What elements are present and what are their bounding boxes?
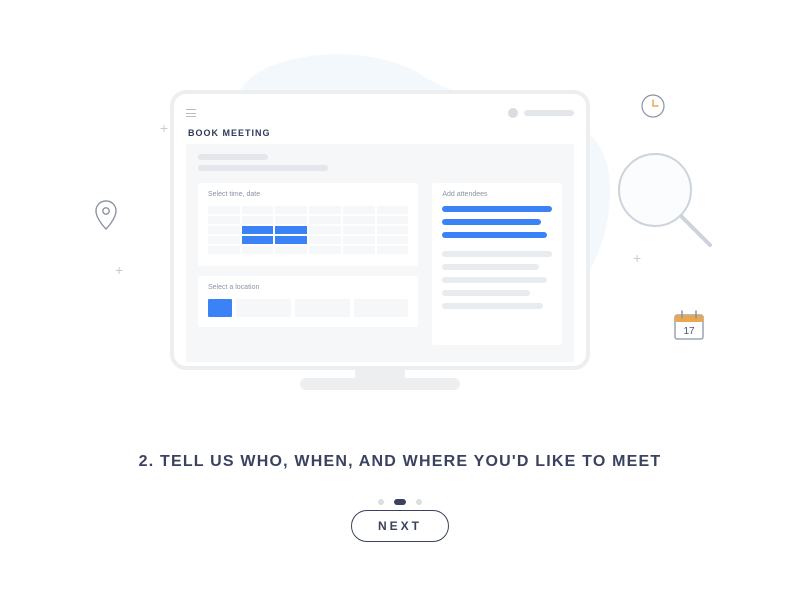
calendar-date-text: 17 — [683, 326, 695, 337]
hamburger-icon — [186, 109, 196, 117]
placeholder-bar — [198, 154, 268, 160]
panel-location: Select a location — [198, 276, 418, 327]
magnifier-icon — [610, 145, 720, 255]
step-pager — [0, 492, 800, 510]
pager-dot[interactable] — [378, 499, 384, 505]
attendee-row — [442, 232, 546, 238]
panel-label: Select time, date — [208, 191, 408, 198]
selected-location — [208, 299, 232, 317]
plus-icon: + — [160, 120, 168, 136]
screen-body: Select time, date Select a location — [186, 144, 574, 362]
monitor-illustration: BOOK MEETING Select time, date Select — [170, 90, 590, 370]
attendee-row — [442, 290, 530, 296]
time-grid — [208, 206, 408, 254]
panel-time-date: Select time, date — [198, 183, 418, 266]
placeholder-bar — [198, 165, 328, 171]
panel-label: Select a location — [208, 284, 408, 291]
avatar — [508, 108, 518, 118]
pager-dot-active[interactable] — [394, 499, 406, 505]
plus-icon: + — [115, 262, 123, 278]
step-heading: 2. TELL US WHO, WHEN, AND WHERE YOU'D LI… — [0, 453, 800, 471]
location-slot — [236, 299, 291, 317]
calendar-icon: 17 — [672, 308, 706, 342]
user-name-placeholder — [524, 110, 574, 116]
panel-attendees: Add attendees — [432, 183, 562, 345]
clock-icon — [640, 93, 666, 119]
next-button[interactable]: NEXT — [351, 510, 449, 542]
attendee-row — [442, 303, 543, 309]
location-slot — [354, 299, 409, 317]
pager-dot[interactable] — [416, 499, 422, 505]
attendee-row — [442, 277, 546, 283]
attendee-row — [442, 251, 552, 257]
attendee-row — [442, 264, 538, 270]
panel-label: Add attendees — [442, 191, 552, 198]
attendee-row — [442, 206, 552, 212]
attendee-row — [442, 219, 541, 225]
screen-title: BOOK MEETING — [188, 128, 574, 138]
selected-timeslot — [242, 226, 274, 234]
monitor-stand-base — [300, 378, 460, 390]
map-pin-icon — [95, 200, 117, 230]
location-slot — [295, 299, 350, 317]
